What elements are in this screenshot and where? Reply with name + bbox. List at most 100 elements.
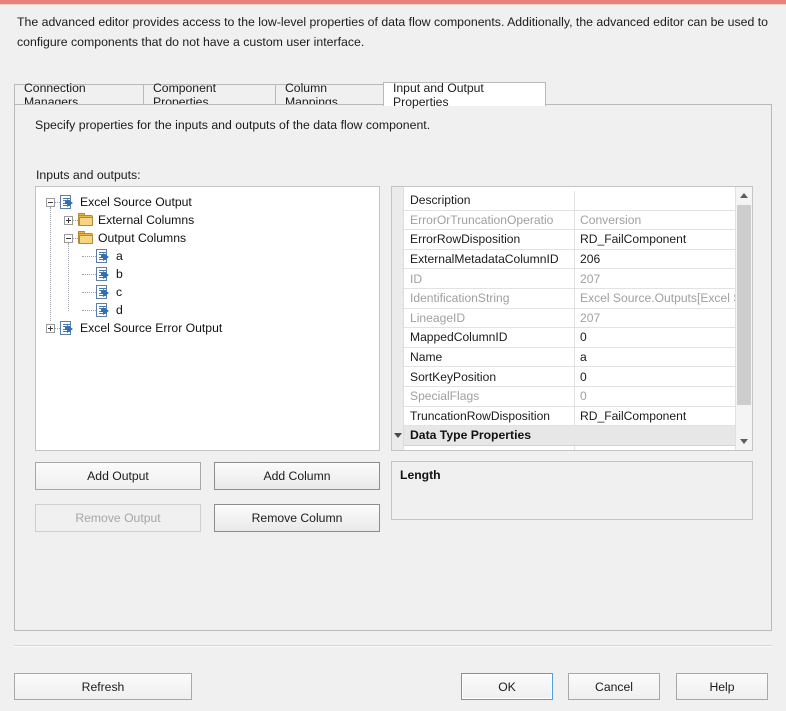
column-icon <box>96 284 112 300</box>
group-collapse-icon[interactable] <box>394 433 402 439</box>
tree-node[interactable]: Excel Source Error Output <box>46 319 222 337</box>
property-row[interactable]: ErrorRowDisposition RD_FailComponent <box>404 230 735 250</box>
property-value[interactable]: RD_FailComponent <box>575 407 735 426</box>
property-value[interactable]: a <box>575 348 735 367</box>
tree-node-label: a <box>116 249 123 263</box>
property-name: ID <box>404 269 575 288</box>
tab-component-properties[interactable]: Component Properties <box>143 81 276 109</box>
add-output-button[interactable]: Add Output <box>35 462 201 490</box>
tree-node-label: b <box>116 267 123 281</box>
property-value[interactable]: RD_FailComponent <box>575 230 735 249</box>
property-value[interactable]: 0 <box>575 446 735 450</box>
property-row[interactable]: TruncationRowDisposition RD_FailComponent <box>404 406 735 427</box>
property-value[interactable]: 207 <box>575 309 735 328</box>
property-value[interactable]: 207 <box>575 269 735 288</box>
tree-node[interactable]: Output Columns <box>64 229 186 247</box>
property-row[interactable]: MappedColumnID 0 <box>404 328 735 348</box>
tree-node-label: External Columns <box>98 213 195 227</box>
property-grid-gutter <box>392 187 404 450</box>
tree-node-label: Excel Source Output <box>80 195 192 209</box>
refresh-button[interactable]: Refresh <box>14 673 192 700</box>
property-name: ErrorOrTruncationOperatio <box>404 210 575 230</box>
property-value[interactable]: 0 <box>575 387 735 406</box>
tree-guide <box>50 207 51 321</box>
property-value[interactable] <box>575 191 735 210</box>
tree-connector <box>82 291 96 293</box>
tree-node-label: c <box>116 285 123 299</box>
tab-page-input-output-properties: Specify properties for the inputs and ou… <box>14 104 772 631</box>
tree-node[interactable]: c <box>82 283 122 301</box>
output-icon <box>60 194 76 210</box>
property-row[interactable]: LineageID 207 <box>404 308 735 329</box>
property-description-title: Length <box>400 468 441 482</box>
remove-column-button[interactable]: Remove Column <box>214 504 380 532</box>
column-icon <box>96 266 112 282</box>
scrollbar-thumb[interactable] <box>737 205 751 405</box>
expand-icon[interactable] <box>46 323 55 333</box>
collapse-icon[interactable] <box>64 233 73 243</box>
property-name: ErrorRowDisposition <box>404 230 575 249</box>
top-accent-underline <box>0 4 786 5</box>
column-icon <box>96 248 112 264</box>
scroll-up-icon[interactable] <box>736 187 752 204</box>
property-name: MappedColumnID <box>404 328 575 347</box>
tab-connection-managers[interactable]: Connection Managers <box>14 81 144 109</box>
tree-node-label: d <box>116 303 123 317</box>
advanced-editor-dialog: The advanced editor provides access to t… <box>0 0 786 711</box>
inputs-outputs-tree[interactable]: Excel Source Output External Columns Outpu… <box>35 186 380 451</box>
scroll-down-icon[interactable] <box>736 433 752 450</box>
property-row[interactable]: ID 207 <box>404 269 735 289</box>
property-name: CodePage <box>404 445 575 450</box>
property-description-pane: Length <box>391 461 753 520</box>
property-name: ExternalMetadataColumnID <box>404 249 575 269</box>
property-value[interactable]: Conversion <box>575 211 735 230</box>
property-row[interactable]: SpecialFlags 0 <box>404 387 735 407</box>
column-icon <box>96 302 112 318</box>
tree-node-label: Output Columns <box>98 231 187 245</box>
property-grid-scrollbar[interactable] <box>735 187 752 450</box>
add-column-button[interactable]: Add Column <box>214 462 380 490</box>
property-row[interactable]: Name a <box>404 347 735 368</box>
remove-output-button: Remove Output <box>35 504 201 532</box>
inputs-outputs-label: Inputs and outputs: <box>36 168 141 182</box>
property-grid-rows: Description ErrorOrTruncationOperatio Conv… <box>394 187 735 450</box>
property-name: LineageID <box>404 308 575 328</box>
property-value[interactable]: Excel Source.Outputs[Excel Sour <box>575 289 735 308</box>
property-name: Data Type Properties <box>410 428 532 443</box>
tree-node[interactable]: Excel Source Output <box>46 193 192 211</box>
property-group-row[interactable]: Data Type Properties <box>394 426 735 446</box>
tab-input-and-output-properties[interactable]: Input and Output Properties <box>383 81 546 109</box>
tree-node[interactable]: External Columns <box>64 211 194 229</box>
ok-button[interactable]: OK <box>461 673 553 700</box>
output-icon <box>60 320 76 336</box>
page-hint-text: Specify properties for the inputs and ou… <box>35 118 431 132</box>
tab-column-mappings[interactable]: Column Mappings <box>275 81 384 109</box>
property-grid[interactable]: Description ErrorOrTruncationOperatio Conv… <box>391 186 753 451</box>
tree-node[interactable]: d <box>82 301 123 319</box>
property-row[interactable]: CodePage0 <box>404 445 735 450</box>
property-value[interactable]: 0 <box>575 328 735 347</box>
property-row[interactable]: SortKeyPosition 0 <box>404 367 735 387</box>
property-row[interactable]: ErrorOrTruncationOperatio Conversion <box>404 210 735 231</box>
folder-icon <box>78 212 94 228</box>
tree-guide <box>68 243 69 311</box>
tree-node-label: Excel Source Error Output <box>80 321 223 335</box>
footer-divider-highlight <box>14 646 772 647</box>
property-value[interactable]: 0 <box>575 367 735 386</box>
property-name: Description <box>404 191 575 210</box>
folder-icon <box>78 230 94 246</box>
tree-connector <box>82 255 96 257</box>
property-value[interactable]: 206 <box>575 250 735 269</box>
property-name: IdentificationString <box>404 289 575 308</box>
property-row[interactable]: IdentificationString Excel Source.Outputs… <box>404 289 735 309</box>
property-name: SortKeyPosition <box>404 367 575 386</box>
collapse-icon[interactable] <box>46 197 55 207</box>
tree-node[interactable]: b <box>82 265 123 283</box>
expand-icon[interactable] <box>64 215 73 225</box>
tree-node[interactable]: a <box>82 247 123 265</box>
property-row[interactable]: Description <box>404 191 735 211</box>
cancel-button[interactable]: Cancel <box>568 673 660 700</box>
property-name: TruncationRowDisposition <box>404 406 575 426</box>
property-row[interactable]: ExternalMetadataColumnID 206 <box>404 249 735 270</box>
help-button[interactable]: Help <box>676 673 768 700</box>
